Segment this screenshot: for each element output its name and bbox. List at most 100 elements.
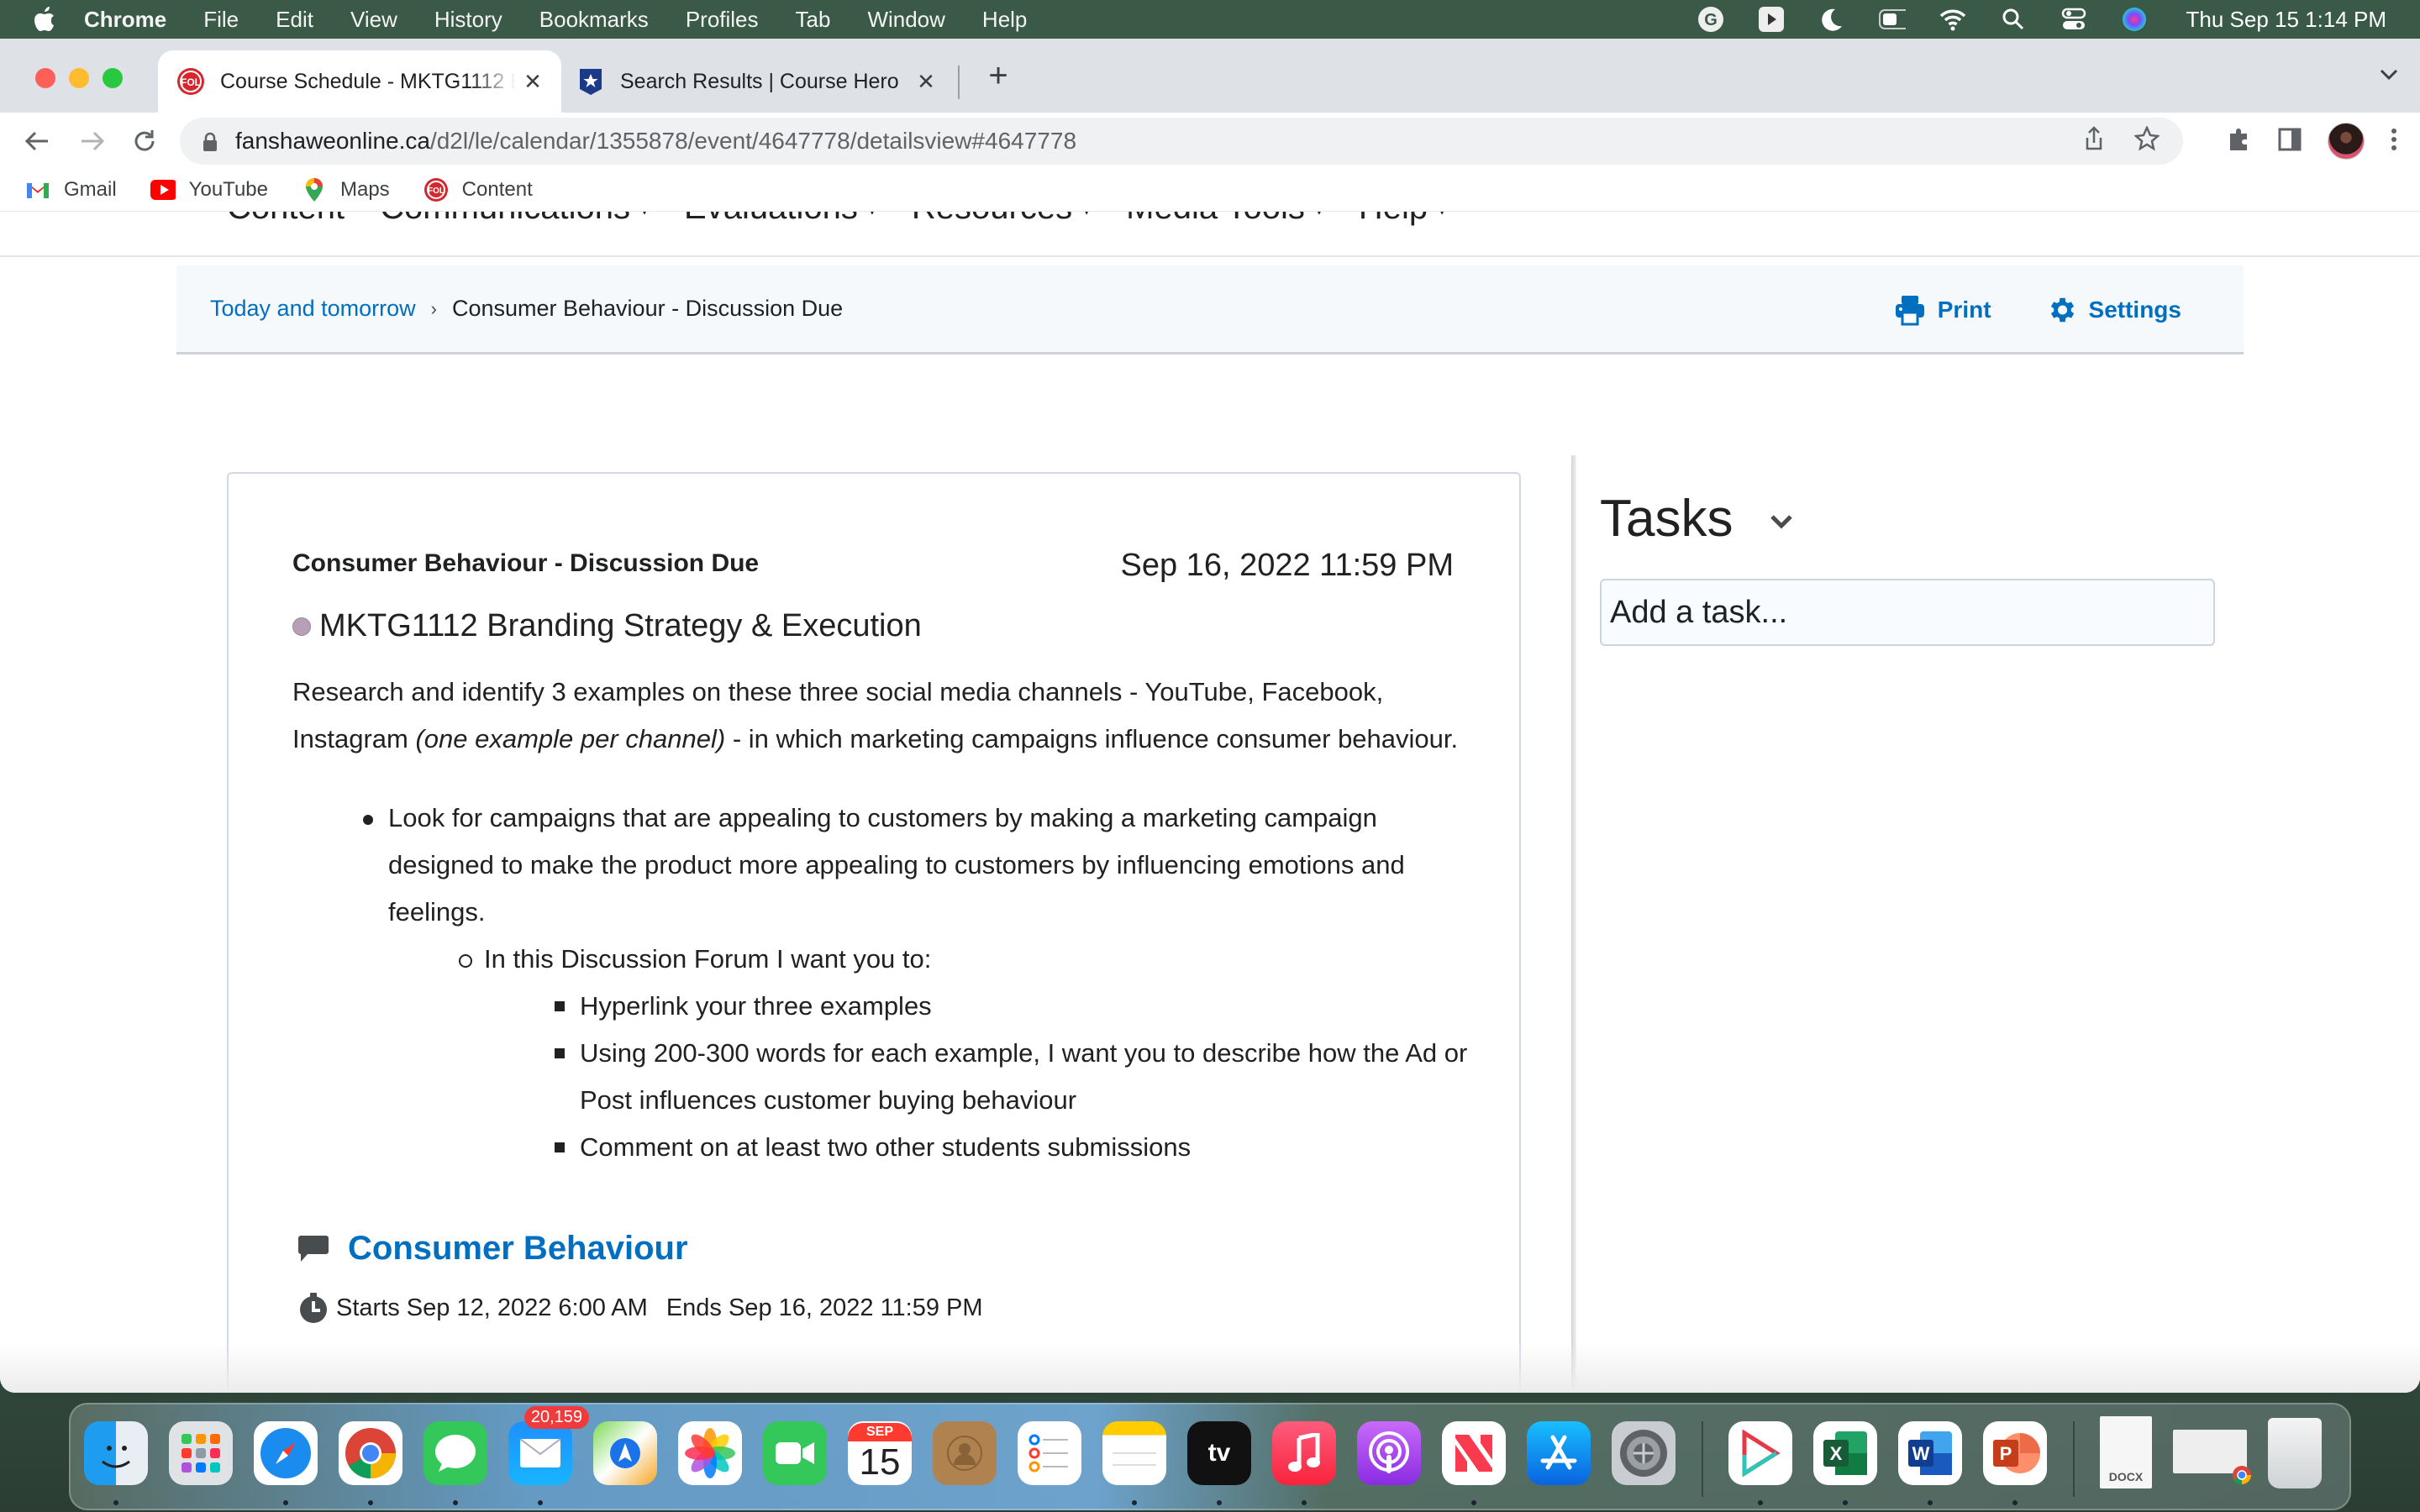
- reminders-icon[interactable]: [1018, 1421, 1081, 1485]
- menu-edit[interactable]: Edit: [276, 7, 313, 33]
- fullscreen-window-button[interactable]: [103, 68, 123, 88]
- menu-help[interactable]: Help: [982, 7, 1027, 33]
- spotlight-search-icon[interactable]: [2000, 6, 2027, 33]
- nav-content[interactable]: Content: [227, 212, 345, 227]
- bookmark-maps[interactable]: Maps: [302, 177, 390, 202]
- menu-tab[interactable]: Tab: [796, 7, 831, 33]
- siri-icon[interactable]: [2121, 6, 2148, 33]
- media-play-icon[interactable]: [1758, 6, 1785, 33]
- docx-document-icon[interactable]: DOCX: [2100, 1416, 2152, 1488]
- menu-chrome[interactable]: Chrome: [84, 7, 166, 33]
- menu-view[interactable]: View: [350, 7, 397, 33]
- bookmark-content[interactable]: FOL Content: [424, 177, 533, 202]
- nav-label: Communications: [380, 212, 630, 226]
- running-indicator: [1843, 1500, 1848, 1505]
- new-tab-button[interactable]: +: [981, 57, 1015, 95]
- caret-down-icon: ▾: [640, 212, 649, 219]
- topic-link-label[interactable]: Consumer Behaviour: [348, 1230, 688, 1268]
- menu-bookmarks[interactable]: Bookmarks: [539, 7, 649, 33]
- excel-letter: X: [1830, 1443, 1843, 1464]
- app-store-icon[interactable]: [1527, 1421, 1591, 1485]
- printer-icon: [1895, 296, 1924, 326]
- back-button[interactable]: [20, 124, 54, 158]
- safari-icon[interactable]: [254, 1421, 318, 1505]
- running-indicator: [2012, 1500, 2018, 1505]
- infuse-icon[interactable]: [1728, 1421, 1792, 1505]
- photos-icon[interactable]: [678, 1421, 742, 1485]
- discussion-topic-link[interactable]: Consumer Behaviour: [297, 1230, 688, 1268]
- system-preferences-icon[interactable]: [1612, 1421, 1676, 1485]
- apple-tv-icon[interactable]: tv: [1187, 1421, 1251, 1505]
- tab-course-hero[interactable]: Search Results | Course Hero ✕: [568, 50, 955, 113]
- podcasts-icon[interactable]: [1357, 1421, 1421, 1485]
- grammarly-icon[interactable]: G: [1697, 6, 1724, 33]
- word-letter: W: [1912, 1443, 1930, 1464]
- event-description: Research and identify 3 examples on thes…: [292, 669, 1469, 1171]
- extensions-puzzle-icon[interactable]: [2227, 127, 2252, 156]
- running-indicator: [1471, 1500, 1476, 1505]
- dock-separator: [2073, 1421, 2075, 1497]
- settings-button[interactable]: Settings: [2045, 294, 2181, 326]
- excel-icon[interactable]: X: [1813, 1421, 1877, 1505]
- forward-button[interactable]: [76, 124, 109, 158]
- bookmark-star-icon[interactable]: [2133, 124, 2160, 157]
- close-tab-icon[interactable]: ✕: [909, 69, 943, 95]
- macos-menu-bar: Chrome File Edit View History Bookmarks …: [0, 0, 2420, 39]
- nav-communications[interactable]: Communications ▾: [380, 212, 649, 227]
- nav-media-tools[interactable]: Media Tools ▾: [1126, 212, 1323, 227]
- address-bar[interactable]: fanshaweonline.ca/d2l/le/calendar/135587…: [180, 118, 2183, 165]
- lock-icon[interactable]: [202, 131, 218, 151]
- minimize-window-button[interactable]: [69, 68, 89, 88]
- menu-history[interactable]: History: [434, 7, 502, 33]
- menubar-clock[interactable]: Thu Sep 15 1:14 PM: [2186, 7, 2386, 33]
- tasks-header[interactable]: Tasks: [1600, 489, 2222, 549]
- close-tab-icon[interactable]: ✕: [516, 69, 550, 95]
- nav-resources[interactable]: Resources ▾: [912, 212, 1091, 227]
- mail-icon[interactable]: 20,159: [508, 1406, 589, 1505]
- word-icon[interactable]: W: [1898, 1421, 1962, 1505]
- share-icon[interactable]: [2084, 125, 2104, 157]
- apple-menu-icon[interactable]: [34, 7, 55, 32]
- add-task-input[interactable]: [1600, 579, 2215, 646]
- messages-icon[interactable]: [424, 1421, 487, 1505]
- wifi-icon[interactable]: [1939, 6, 1966, 33]
- tab-search-chevron-icon[interactable]: [2380, 60, 2398, 87]
- calendar-day: 15: [859, 1441, 901, 1483]
- menu-window[interactable]: Window: [867, 7, 944, 33]
- facetime-icon[interactable]: [763, 1421, 827, 1485]
- maps-app-icon[interactable]: [593, 1421, 657, 1485]
- chevron-down-icon[interactable]: [1770, 514, 1793, 529]
- calendar-icon[interactable]: SEP 15: [848, 1421, 912, 1485]
- chrome-icon[interactable]: [339, 1421, 402, 1505]
- nav-evaluations[interactable]: Evaluations ▾: [684, 212, 876, 227]
- news-icon[interactable]: [1442, 1421, 1506, 1505]
- nav-help[interactable]: Help ▾: [1359, 212, 1446, 227]
- finder-icon[interactable]: [84, 1421, 148, 1505]
- dock-separator: [1702, 1421, 1703, 1497]
- chrome-menu-kebab-icon[interactable]: [2390, 127, 2398, 156]
- battery-icon[interactable]: [1878, 6, 1906, 33]
- side-panel-icon[interactable]: [2277, 127, 2302, 156]
- running-indicator: [283, 1500, 288, 1505]
- launchpad-icon[interactable]: [169, 1421, 233, 1485]
- menu-profiles[interactable]: Profiles: [686, 7, 759, 33]
- control-center-icon[interactable]: [2060, 6, 2087, 33]
- close-window-button[interactable]: [35, 68, 55, 88]
- focus-moon-icon[interactable]: [1818, 6, 1845, 33]
- bookmark-youtube[interactable]: YouTube: [150, 177, 268, 202]
- trash-icon[interactable]: [2268, 1418, 2322, 1488]
- clock-icon: [300, 1293, 327, 1323]
- notes-icon[interactable]: [1102, 1421, 1166, 1505]
- print-button[interactable]: Print: [1894, 294, 1991, 326]
- bullet-text: Look for campaigns that are appealing to…: [388, 803, 1405, 927]
- bookmark-gmail[interactable]: Gmail: [25, 177, 117, 202]
- profile-avatar[interactable]: [2328, 123, 2365, 160]
- reload-button[interactable]: [128, 124, 161, 158]
- chrome-window-thumbnail-icon[interactable]: [2173, 1430, 2251, 1485]
- music-icon[interactable]: [1272, 1421, 1336, 1505]
- menu-file[interactable]: File: [203, 7, 239, 33]
- powerpoint-icon[interactable]: P: [1983, 1421, 2047, 1505]
- contacts-icon[interactable]: [933, 1421, 997, 1485]
- tab-course-schedule[interactable]: FOL Course Schedule - MKTG1112 Branding …: [158, 50, 561, 113]
- breadcrumb-today-and-tomorrow[interactable]: Today and tomorrow: [210, 296, 416, 322]
